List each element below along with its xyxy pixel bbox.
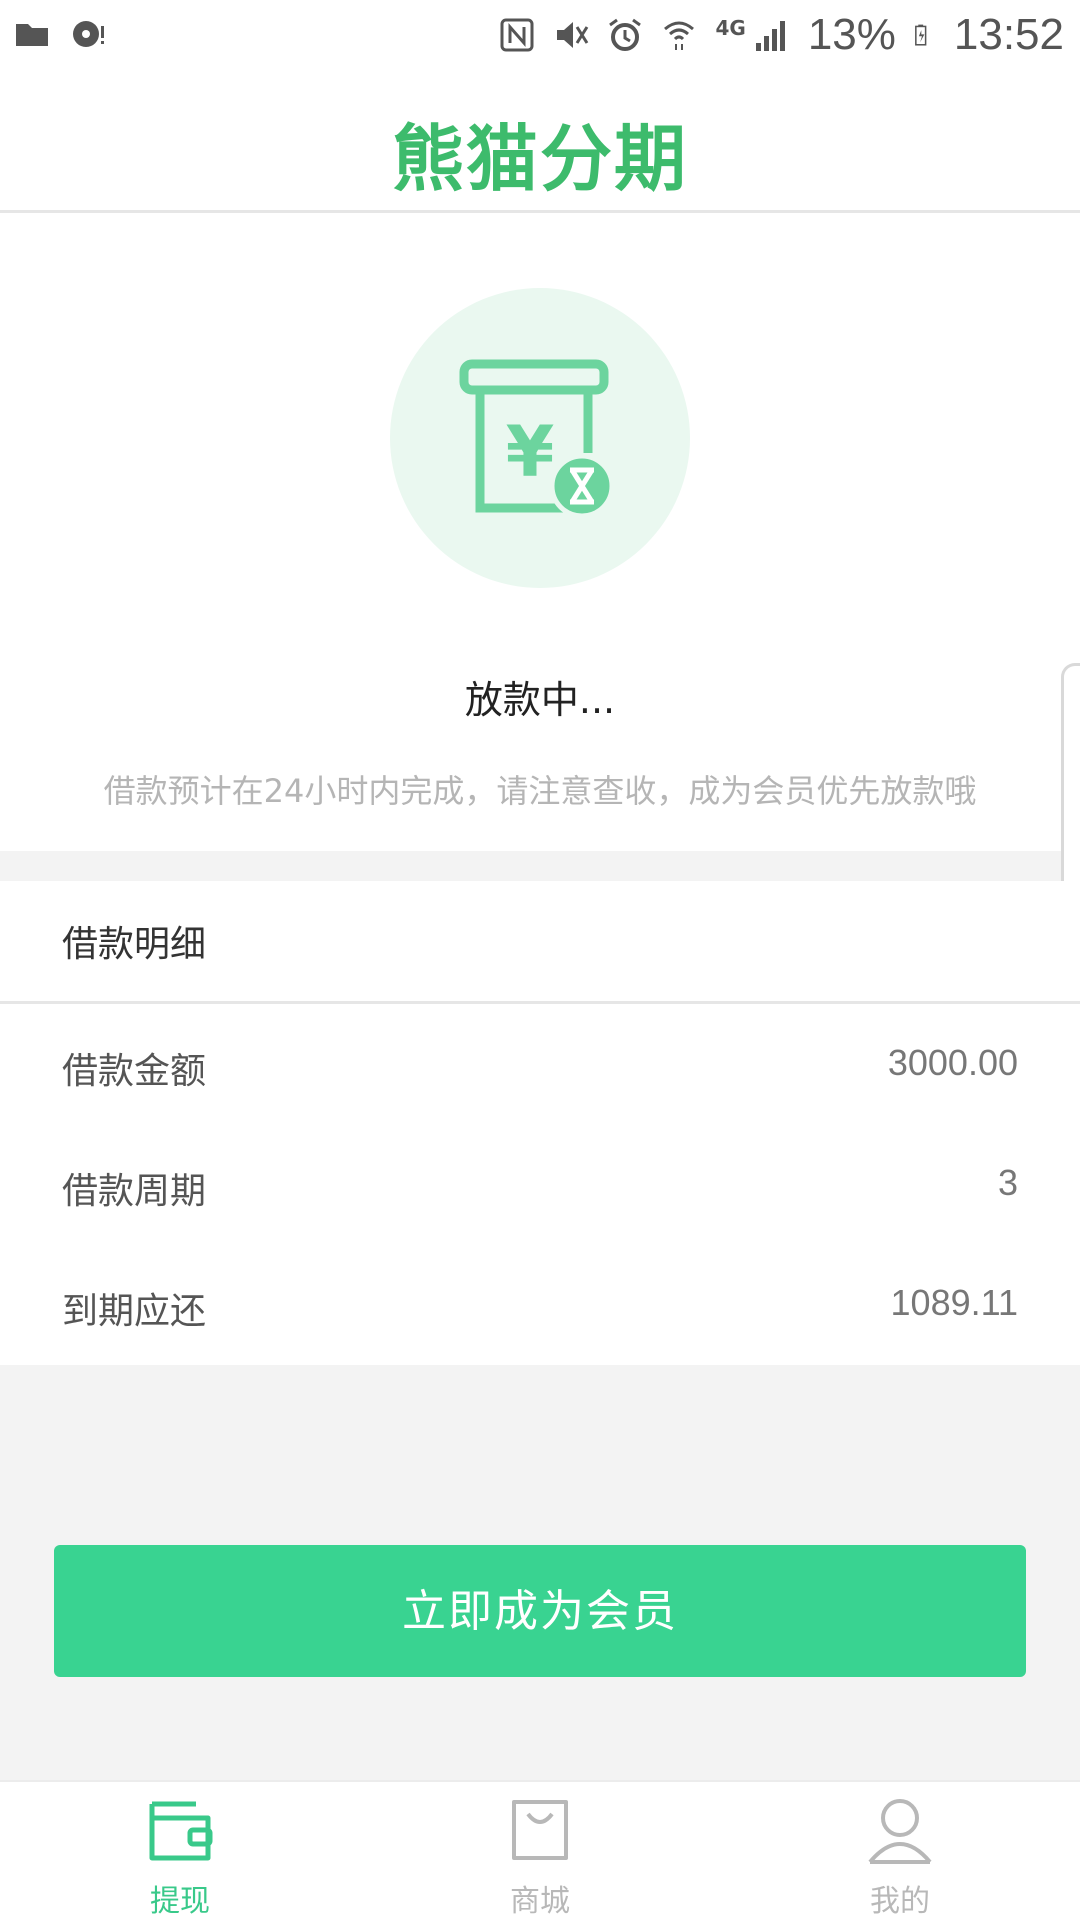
folder-icon (16, 24, 48, 46)
loan-status-card: ¥ 放款中... 借款预计在24小时内完成，请注意查收，成为会员优先放款哦 (0, 213, 1080, 1029)
tab-label: 提现 (150, 1884, 210, 1919)
detail-row-period: 借款周期 3 (0, 1124, 1080, 1244)
logo-text: 熊猫分期 (391, 117, 688, 201)
tab-mall[interactable]: 商城 (360, 1782, 720, 1920)
tab-label: 商城 (510, 1884, 570, 1919)
detail-row-value: 3000.00 (887, 1042, 1018, 1083)
bottom-tab-bar: 提现 商城 我的 (0, 1780, 1080, 1920)
tab-profile[interactable]: 我的 (720, 1782, 1080, 1920)
app-header: 熊猫分期 (0, 72, 1080, 213)
status-subtitle: 借款预计在24小时内完成，请注意查收，成为会员优先放款哦 (103, 772, 977, 810)
app-logo: 熊猫分期 (0, 100, 1080, 205)
become-member-button[interactable]: 立即成为会员 (54, 1545, 1026, 1677)
status-left (14, 16, 106, 52)
battery-percentage: 13% (807, 10, 896, 59)
svg-text:¥: ¥ (506, 411, 555, 493)
battery-icon (914, 24, 927, 46)
nfc-icon (500, 18, 534, 52)
detail-row-due: 到期应还 1089.11 (0, 1244, 1080, 1364)
detail-row-label: 借款周期 (62, 1171, 207, 1212)
loan-details-section: 借款明细 借款金额 3000.00 借款周期 3 到期应还 1089.11 (0, 881, 1080, 1365)
status-bar: 4G 13% 13:52 (0, 0, 1080, 72)
loan-pending-icon: ¥ (459, 359, 615, 519)
wifi-icon (664, 21, 695, 50)
network-type-label: 4G (715, 16, 746, 40)
detail-row-amount: 借款金额 3000.00 (0, 1004, 1080, 1124)
signal-icon (755, 21, 785, 51)
mute-icon (557, 22, 589, 48)
app-screen: 4G 13% 13:52 熊猫分期 ¥ 放款中... 借款预计在24小时内完成，… (0, 0, 1080, 1920)
shopping-bag-icon (512, 1800, 568, 1860)
detail-row-value: 3 (997, 1162, 1018, 1203)
status-title: 放款中... (464, 678, 616, 722)
clock: 13:52 (953, 10, 1064, 59)
detail-row-value: 1089.11 (890, 1282, 1018, 1323)
wallet-icon (149, 1801, 213, 1861)
tab-label: 我的 (870, 1884, 930, 1919)
status-right: 4G 13% 13:52 (499, 10, 1064, 60)
record-icon (73, 21, 104, 47)
detail-row-label: 借款金额 (62, 1051, 207, 1092)
loan-details-title: 借款明细 (62, 924, 207, 965)
tab-withdraw[interactable]: 提现 (0, 1782, 360, 1920)
detail-row-label: 到期应还 (62, 1291, 207, 1332)
person-icon (868, 1799, 932, 1864)
alarm-icon (609, 18, 642, 51)
